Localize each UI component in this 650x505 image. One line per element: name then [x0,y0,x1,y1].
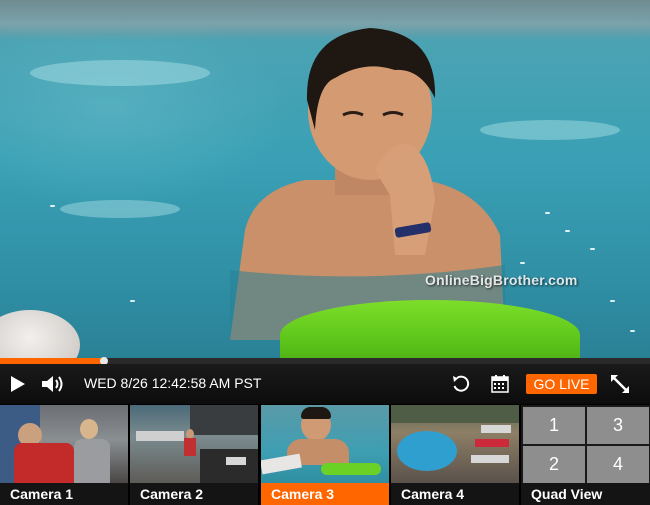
houseguest-figure [230,28,505,340]
calendar-button[interactable] [486,364,514,404]
volume-button[interactable] [38,364,68,404]
fullscreen-button[interactable] [604,364,636,404]
camera-4-tab[interactable]: Camera 4 [391,405,519,505]
quad-view-tab[interactable]: 1 3 2 4 Quad View [521,405,650,505]
quad-view-grid: 1 3 2 4 [521,405,650,483]
water-sparkle [545,212,550,214]
rewind-icon [453,375,470,392]
play-button[interactable] [4,364,32,404]
timestamp: WED 8/26 12:42:58 AM PST [84,375,262,391]
quad-view-label: Quad View [521,483,650,505]
water-sparkle [630,330,635,332]
quad-cell-2: 2 [523,446,585,483]
camera-3-thumbnail [261,405,389,483]
camera-selector: Camera 1 Camera 2 Camera 3 Camera 4 1 3 … [0,405,650,505]
go-live-button[interactable]: GO LIVE [526,374,597,394]
pool-float-white [0,310,80,358]
water-ripple [30,60,210,86]
fullscreen-icon [611,375,629,393]
water-sparkle [520,262,525,264]
camera-2-label: Camera 2 [130,483,258,505]
watermark: OnlineBigBrother.com [425,272,578,288]
video-player[interactable]: OnlineBigBrother.com [0,0,650,358]
control-bar: WED 8/26 12:42:58 AM PST GO LIVE [0,364,650,404]
camera-4-label: Camera 4 [391,483,519,505]
water-sparkle [590,248,595,250]
water-ripple [60,200,180,218]
water-sparkle [130,300,135,302]
quad-cell-4: 4 [587,446,649,483]
camera-4-thumbnail [391,405,519,483]
camera-1-label: Camera 1 [0,483,128,505]
water-sparkle [610,300,615,302]
camera-1-thumbnail [0,405,128,483]
camera-3-tab[interactable]: Camera 3 [261,405,389,505]
quad-cell-3: 3 [587,407,649,444]
camera-1-tab[interactable]: Camera 1 [0,405,128,505]
water-sparkle [50,205,55,207]
rewind-button[interactable] [447,364,475,404]
camera-2-tab[interactable]: Camera 2 [130,405,258,505]
camera-2-thumbnail [130,405,258,483]
camera-3-label: Camera 3 [261,483,389,505]
calendar-icon [491,375,509,393]
play-icon [11,376,25,392]
quad-cell-1: 1 [523,407,585,444]
water-sparkle [565,230,570,232]
volume-icon [42,376,63,392]
